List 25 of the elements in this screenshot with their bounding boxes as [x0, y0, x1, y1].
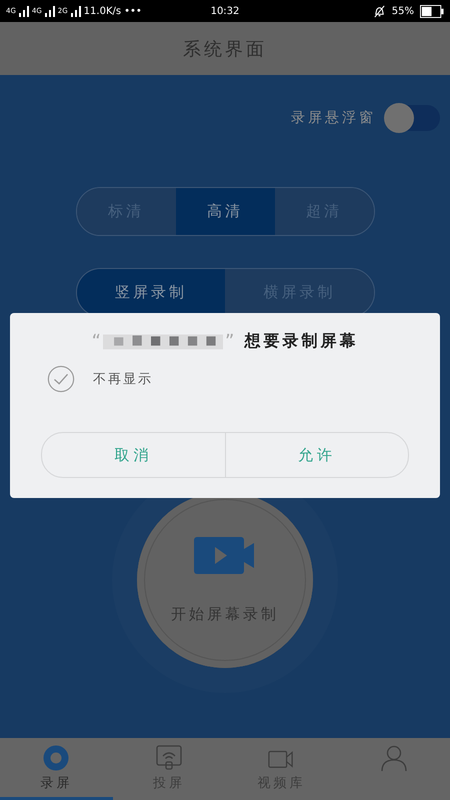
- battery-icon: [420, 4, 444, 18]
- cast-screen-icon: [156, 745, 182, 771]
- nav-tab[interactable]: 录屏: [0, 738, 112, 800]
- orientation-tab[interactable]: 竖屏录制: [76, 269, 225, 316]
- floating-window-label: 录屏悬浮窗: [291, 109, 376, 127]
- video-camera-icon: [194, 536, 256, 574]
- battery-percent: 55%: [392, 6, 414, 16]
- allow-button[interactable]: 允许: [226, 433, 408, 477]
- quote-mark: ”: [225, 330, 234, 352]
- signal-icon: [18, 5, 29, 17]
- checkbox[interactable]: [47, 365, 75, 393]
- signal-icon: [70, 5, 81, 17]
- cancel-button[interactable]: 取消: [42, 433, 226, 477]
- quality-tab[interactable]: 高清: [176, 188, 274, 235]
- signal-icon: [44, 5, 55, 17]
- muted-bell-icon: [372, 4, 386, 18]
- quote-mark: “: [92, 330, 101, 352]
- floating-window-toggle[interactable]: [386, 105, 440, 131]
- record-icon: [43, 745, 70, 771]
- clock: 10:32: [210, 6, 240, 16]
- dont-show-again-label: 不再显示: [93, 371, 153, 388]
- network-speed: 11.0K/s: [84, 6, 122, 16]
- person-icon: [380, 745, 407, 771]
- dialog-title: 想要录制屏幕: [244, 330, 358, 352]
- more-dots: •••: [124, 6, 142, 16]
